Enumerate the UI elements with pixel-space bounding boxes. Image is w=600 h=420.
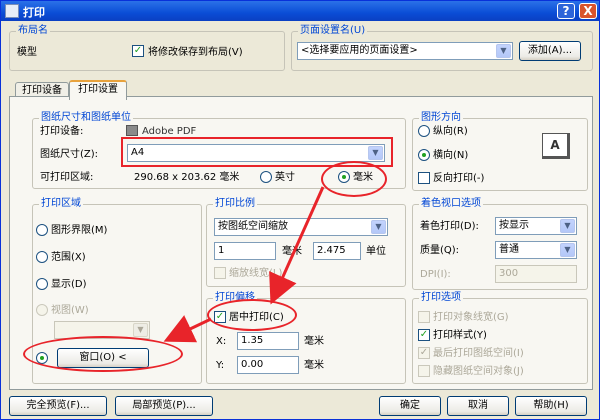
print-dialog: 打印 ? X 布局名 模型 ✓ 将修改保存到布局(V) 页面设置名(U) <选择… — [0, 0, 600, 420]
arrow-to-center-plot — [269, 186, 325, 305]
tab-print-settings[interactable]: 打印设置 — [69, 80, 127, 100]
annotation-arrows — [163, 186, 325, 343]
arrow-to-window-button — [163, 315, 212, 343]
